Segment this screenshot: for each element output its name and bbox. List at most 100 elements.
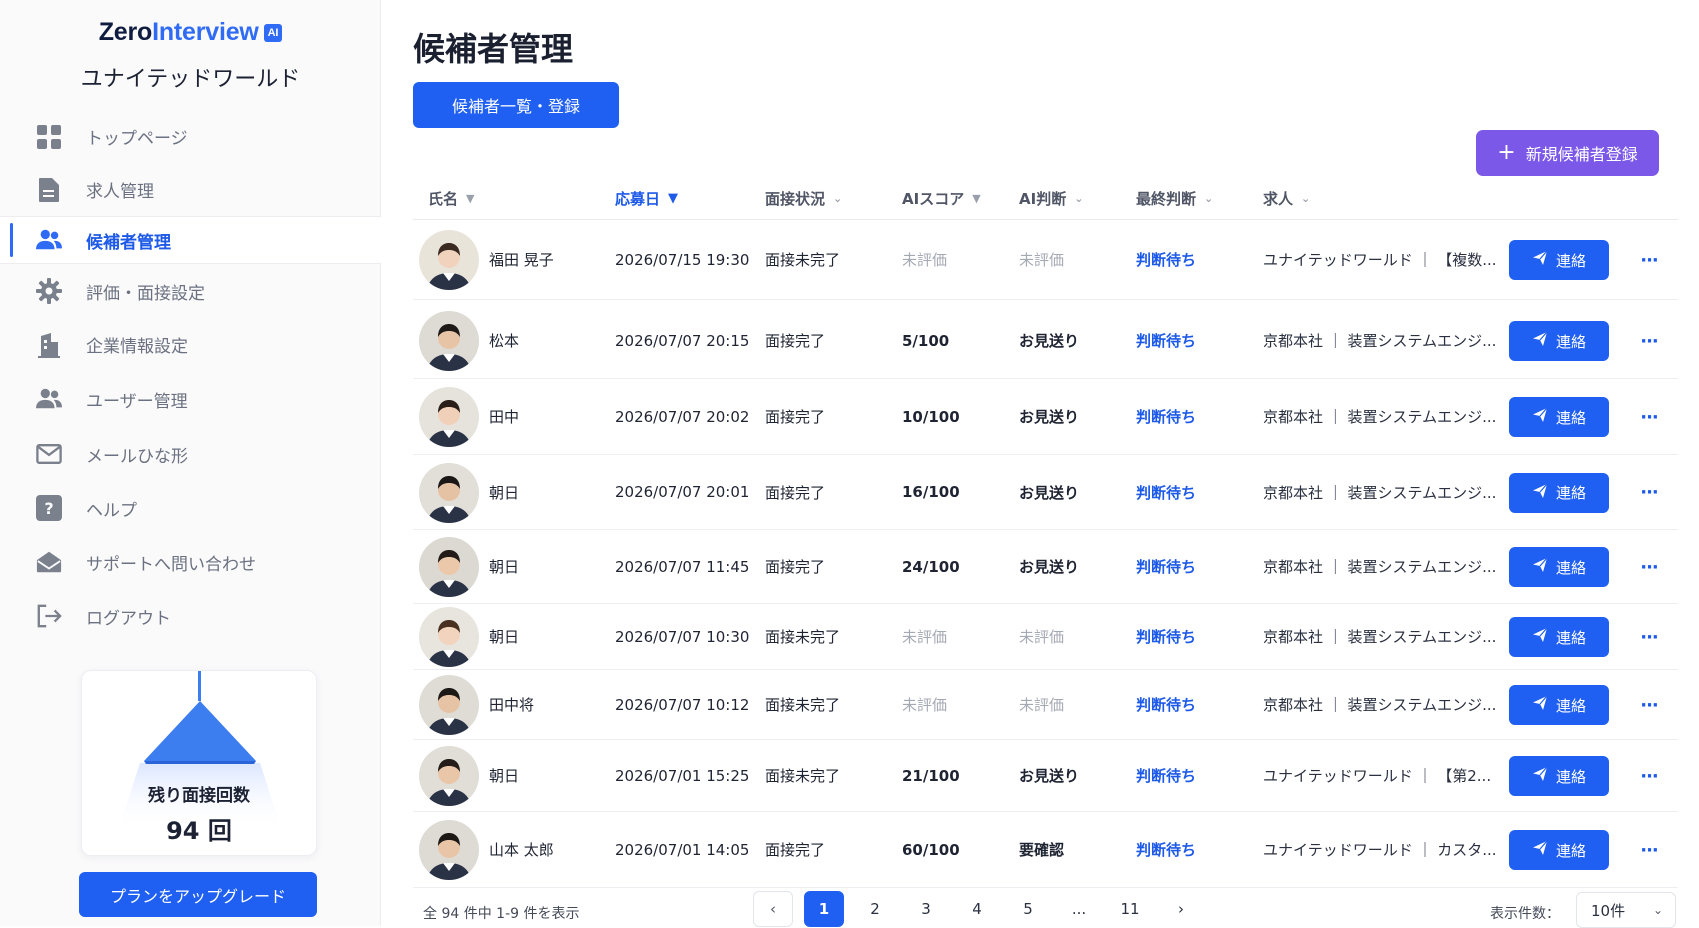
table-row[interactable]: 朝日 2026/07/07 10:30 面接未完了 未評価 未評価 判断待ち 京都本社 ｜ … [413,604,1678,670]
sidebar-item-company-settings[interactable]: 企業情報設定 [0,318,381,371]
candidate-name[interactable]: 田中将 [489,670,534,739]
candidate-name[interactable]: 朝日 [489,530,519,603]
candidate-name[interactable]: 松本 [489,303,519,378]
interview-status: 面接完了 [765,332,826,350]
final-judgment[interactable]: 判断待ち [1136,740,1196,811]
more-options-icon[interactable]: ··· [1635,250,1663,271]
avatar [419,607,479,667]
sidebar: Zero Interview AI ユナイテッドワールド トップページ 求人管理 候… [0,0,381,926]
contact-button[interactable]: 連絡 [1509,472,1609,513]
table-row[interactable]: 田中将 2026/07/07 10:12 面接未完了 未評価 未評価 判断待ち 京都本社 ｜… [413,670,1678,740]
contact-label: 連絡 [1555,408,1586,427]
table-row[interactable]: 朝日 2026/07/01 15:25 面接未完了 21/100 お見送り 判断待ち ユナイ… [413,740,1678,812]
contact-button[interactable]: 連絡 [1509,830,1609,870]
candidate-name[interactable]: 山本 太郎 [489,812,554,887]
app-logo[interactable]: Zero Interview AI [99,18,283,47]
column-header-final-judgment[interactable]: 最終判断 ⌄ [1136,176,1213,220]
building-icon [36,332,62,358]
ai-score: 16/100 [902,483,960,501]
per-page-label: 表示件数： [1490,906,1560,922]
users-icon [36,227,62,253]
contact-button[interactable]: 連絡 [1509,397,1609,437]
per-page-select[interactable]: 10件 ⌄ [1576,892,1676,928]
table-row[interactable]: 松本 2026/07/07 20:15 面接完了 5/100 お見送り 判断待ち 京都本社 … [413,303,1678,379]
sidebar-item-label: 企業情報設定 [86,337,188,357]
contact-button[interactable]: 連絡 [1509,685,1609,725]
application-date: 2026/07/07 20:02 [615,407,750,426]
candidate-name[interactable]: 朝日 [489,604,519,669]
job-title: ユナイテッドワールド ｜ 【複数... [1263,251,1495,269]
upgrade-plan-button[interactable]: プランをアップグレード [79,872,317,917]
page-button-4[interactable]: 4 [957,891,997,927]
page-button-11[interactable]: 11 [1110,891,1150,927]
more-options-icon[interactable]: ··· [1635,695,1663,716]
new-candidate-label: 新規候補者登録 [1525,145,1638,164]
contact-button[interactable]: 連絡 [1509,240,1609,280]
application-date: 2026/07/01 15:25 [615,766,750,785]
column-header-name[interactable]: 氏名 ▼ [428,176,474,220]
mail-icon [36,441,62,467]
page-button-5[interactable]: 5 [1008,891,1048,927]
candidate-name[interactable]: 朝日 [489,455,519,529]
sidebar-item-logout[interactable]: ログアウト [0,589,381,643]
sidebar-item-jobs[interactable]: 求人管理 [0,163,381,216]
page-button-1[interactable]: 1 [804,891,844,927]
sidebar-item-mail-templates[interactable]: メールひな形 [0,427,381,481]
final-judgment[interactable]: 判断待ち [1136,670,1196,739]
final-judgment[interactable]: 判断待ち [1136,455,1196,529]
more-options-icon[interactable]: ··· [1635,766,1663,787]
contact-button[interactable]: 連絡 [1509,547,1609,587]
table-row[interactable]: 福田 晃子 2026/07/15 19:30 面接未完了 未評価 未評価 判断待ち ユナイテ… [413,220,1678,300]
table-row[interactable]: 朝日 2026/07/07 11:45 面接完了 24/100 お見送り 判断待ち 京都本社… [413,530,1678,604]
more-options-icon[interactable]: ··· [1635,407,1663,428]
table-row[interactable]: 田中 2026/07/07 20:02 面接完了 10/100 お見送り 判断待ち 京都本社… [413,379,1678,455]
final-judgment[interactable]: 判断待ち [1136,379,1196,454]
tab-candidate-list[interactable]: 候補者一覧・登録 [413,82,619,128]
column-header-status[interactable]: 面接状況 ⌄ [765,176,842,220]
candidate-name[interactable]: 田中 [489,379,519,454]
ai-judgment: 未評価 [1019,696,1065,714]
sidebar-item-help[interactable]: ? ヘルプ [0,481,381,535]
job-title: ユナイテッドワールド ｜ 【第2... [1263,767,1492,785]
contact-button[interactable]: 連絡 [1509,756,1609,796]
column-header-date[interactable]: 応募日 ▼ [615,176,678,220]
prev-page-button[interactable]: ‹ [753,891,793,927]
contact-button[interactable]: 連絡 [1509,321,1609,361]
next-page-button[interactable]: › [1161,891,1201,927]
sidebar-item-evaluation-settings[interactable]: 評価・面接設定 [0,264,381,318]
final-judgment[interactable]: 判断待ち [1136,220,1196,299]
sidebar-item-label: メールひな形 [86,446,188,467]
table-row[interactable]: 山本 太郎 2026/07/01 14:05 面接完了 60/100 要確認 判断待ち ユナ… [413,812,1678,888]
table-header: 氏名 ▼ 応募日 ▼ 面接状況 ⌄ AIスコア ▼ AI判断 ⌄ 最終判断 ⌄ 求人 ⌄ [413,176,1678,220]
sidebar-item-candidates[interactable]: 候補者管理 [0,216,381,264]
table-row[interactable]: 朝日 2026/07/07 20:01 面接完了 16/100 お見送り 判断待ち 京都本社… [413,455,1678,530]
final-judgment[interactable]: 判断待ち [1136,604,1196,669]
more-options-icon[interactable]: ··· [1635,331,1663,352]
final-judgment[interactable]: 判断待ち [1136,530,1196,603]
page-button-2[interactable]: 2 [855,891,895,927]
candidate-name[interactable]: 朝日 [489,740,519,811]
ai-judgment: 要確認 [1019,841,1065,859]
more-options-icon[interactable]: ··· [1635,840,1663,861]
sidebar-item-user-management[interactable]: ユーザー管理 [0,371,381,427]
column-header-job[interactable]: 求人 ⌄ [1263,176,1310,220]
sidebar-item-support[interactable]: サポートへ問い合わせ [0,535,381,589]
final-judgment[interactable]: 判断待ち [1136,812,1196,887]
column-header-ai-judgment[interactable]: AI判断 ⌄ [1019,176,1083,220]
contact-button[interactable]: 連絡 [1509,617,1609,657]
application-date: 2026/07/07 10:12 [615,695,750,714]
company-name: ユナイテッドワールド [80,67,301,92]
final-judgment[interactable]: 判断待ち [1136,303,1196,378]
help-icon: ? [36,495,62,521]
more-options-icon[interactable]: ··· [1635,557,1663,578]
page-button-3[interactable]: 3 [906,891,946,927]
more-options-icon[interactable]: ··· [1635,482,1663,503]
more-options-icon[interactable]: ··· [1635,627,1663,648]
interview-status: 面接完了 [765,841,826,859]
column-header-score[interactable]: AIスコア ▼ [902,176,981,220]
job-title: 京都本社 ｜ 装置システムエンジ... [1263,558,1495,576]
ai-score: 未評価 [902,696,948,714]
candidate-name[interactable]: 福田 晃子 [489,220,554,299]
new-candidate-button[interactable]: + 新規候補者登録 [1476,130,1659,176]
sidebar-item-top[interactable]: トップページ [0,110,381,163]
